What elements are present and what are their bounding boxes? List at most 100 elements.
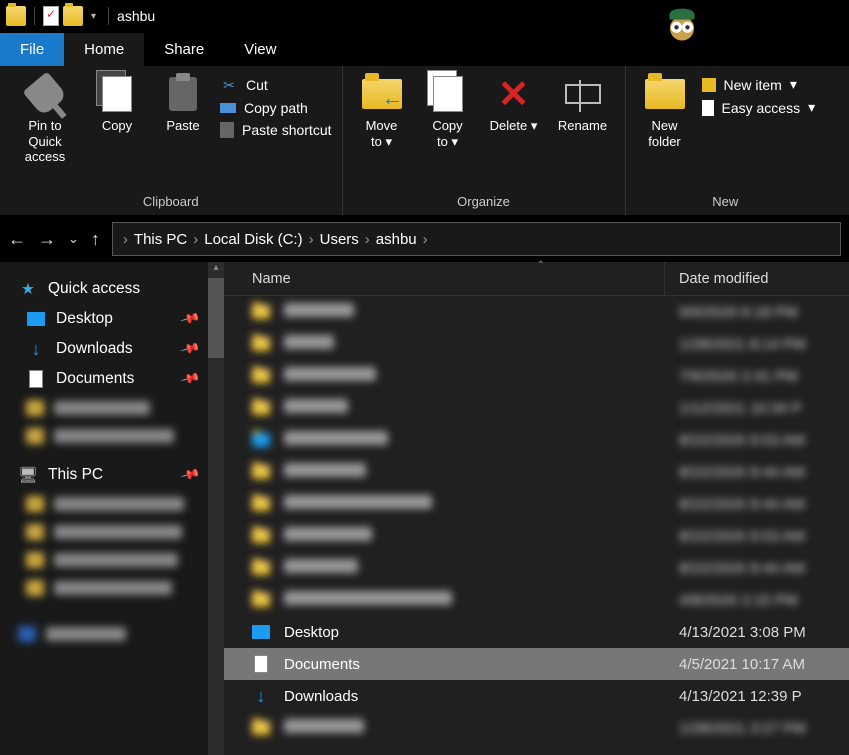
delete-label: Delete ▾ — [490, 118, 538, 134]
divider — [108, 7, 109, 25]
pin-to-quick-access-button[interactable]: Pin to Quick access — [10, 72, 80, 165]
delete-button[interactable]: ✕ Delete ▾ — [485, 72, 543, 134]
breadcrumb-segment[interactable]: Users — [318, 231, 361, 248]
folder-icon[interactable] — [63, 6, 83, 26]
column-header-date[interactable]: Date modified — [679, 271, 849, 287]
scissors-icon: ✂ — [220, 76, 238, 94]
pin-icon: 📌 — [179, 308, 201, 330]
new-item-button[interactable]: New item ▾ — [702, 76, 816, 93]
sidebar-item-blurred[interactable] — [0, 422, 208, 450]
navigation-pane: ★ Quick access Desktop 📌 ↓ Downloads 📌 D… — [0, 262, 224, 755]
tab-file[interactable]: File — [0, 33, 64, 66]
sidebar-item-blurred[interactable] — [0, 620, 208, 648]
move-to-icon — [362, 79, 402, 109]
up-button[interactable]: ↑ — [91, 229, 100, 250]
group-title-new: New — [636, 190, 816, 213]
file-row[interactable]: 8/22/2020 9:53 AM — [224, 520, 849, 552]
divider — [34, 7, 35, 25]
copy-button[interactable]: Copy — [88, 72, 146, 134]
scroll-up-arrow-icon[interactable]: ▴ — [208, 262, 224, 278]
forward-button[interactable]: → — [38, 229, 56, 250]
file-row[interactable]: ↓Downloads4/13/2021 12:39 P — [224, 680, 849, 712]
file-date: 8/22/2020 9:53 AM — [679, 528, 849, 545]
chevron-down-icon: ▾ — [531, 118, 538, 133]
sidebar-scrollbar[interactable]: ▴ — [208, 262, 224, 755]
cut-button[interactable]: ✂Cut — [220, 76, 332, 94]
sidebar-documents-label: Documents — [56, 370, 134, 388]
file-name: Documents — [284, 656, 679, 673]
file-row[interactable]: 8/22/2020 9:44 AM — [224, 552, 849, 584]
easy-access-icon — [702, 100, 714, 116]
file-type-icon — [250, 526, 272, 546]
file-row[interactable]: 4/8/2020 2:15 PM — [224, 584, 849, 616]
new-folder-button[interactable]: New folder — [636, 72, 694, 149]
sidebar-item-documents[interactable]: Documents 📌 — [0, 364, 208, 394]
pin-icon: 📌 — [179, 368, 201, 390]
file-name — [284, 463, 679, 481]
file-row[interactable]: 7/9/2020 2:41 PM — [224, 360, 849, 392]
rename-button[interactable]: Rename — [551, 72, 615, 134]
pc-icon: 🖥 — [18, 466, 38, 484]
sidebar-item-blurred[interactable] — [0, 546, 208, 574]
breadcrumb-segment[interactable]: ashbu — [374, 231, 419, 248]
paste-button[interactable]: Paste — [154, 72, 212, 134]
file-row[interactable]: 1/12/2021 10:34 P — [224, 392, 849, 424]
file-date: 4/8/2020 2:15 PM — [679, 592, 849, 609]
sidebar-item-desktop[interactable]: Desktop 📌 — [0, 304, 208, 334]
recent-locations-button[interactable]: ⌄ — [68, 231, 79, 247]
address-bar[interactable]: › This PC › Local Disk (C:) › Users › as… — [112, 222, 841, 256]
ribbon-group-organize: Move to ▾ Copy to ▾ ✕ Delete ▾ Rename Or… — [343, 66, 626, 215]
file-row[interactable]: 9/9/2020 6:18 PM — [224, 296, 849, 328]
file-row[interactable]: 1/28/2021 3:27 PM — [224, 712, 849, 744]
file-type-icon — [250, 590, 272, 610]
file-row[interactable]: 8/22/2020 9:53 AM — [224, 424, 849, 456]
file-row[interactable]: Desktop4/13/2021 3:08 PM — [224, 616, 849, 648]
overlay-logo — [658, 0, 706, 48]
sidebar-quick-access[interactable]: ★ Quick access — [0, 274, 208, 304]
file-type-icon — [250, 462, 272, 482]
title-bar: ▾ ashbu — [0, 0, 849, 32]
file-date: 1/28/2021 3:27 PM — [679, 720, 849, 737]
column-header-name[interactable]: Name — [252, 271, 664, 287]
file-name — [284, 335, 679, 353]
sidebar-item-blurred[interactable] — [0, 574, 208, 602]
tab-view[interactable]: View — [224, 33, 296, 66]
tab-share[interactable]: Share — [144, 33, 224, 66]
paste-shortcut-label: Paste shortcut — [242, 122, 332, 138]
sidebar-item-blurred[interactable] — [0, 490, 208, 518]
ribbon-group-new: New folder New item ▾ Easy access ▾ New — [626, 66, 826, 215]
easy-access-button[interactable]: Easy access ▾ — [702, 99, 816, 116]
sidebar-this-pc[interactable]: 🖥 This PC 📌 — [0, 460, 208, 490]
column-separator[interactable] — [664, 262, 665, 295]
file-type-icon — [250, 654, 272, 674]
file-name: Desktop — [284, 624, 679, 641]
file-row[interactable]: Documents4/5/2021 10:17 AM — [224, 648, 849, 680]
copy-to-icon — [433, 76, 463, 112]
scrollbar-thumb[interactable] — [208, 278, 224, 358]
documents-icon — [26, 370, 46, 388]
sidebar-desktop-label: Desktop — [56, 310, 113, 328]
sidebar-item-blurred[interactable] — [0, 518, 208, 546]
breadcrumb-segment[interactable]: This PC — [132, 231, 189, 248]
sidebar-item-blurred[interactable] — [0, 394, 208, 422]
copy-to-button[interactable]: Copy to ▾ — [419, 72, 477, 149]
paste-shortcut-button[interactable]: Paste shortcut — [220, 122, 332, 138]
sidebar-item-downloads[interactable]: ↓ Downloads 📌 — [0, 334, 208, 364]
easy-access-label: Easy access — [722, 100, 801, 116]
back-button[interactable]: ← — [8, 229, 26, 250]
tab-home[interactable]: Home — [64, 33, 144, 66]
ribbon-group-clipboard: Pin to Quick access Copy Paste ✂Cut Copy… — [0, 66, 343, 215]
copy-path-button[interactable]: Copy path — [220, 100, 332, 116]
file-row[interactable]: 8/22/2020 9:44 AM — [224, 488, 849, 520]
chevron-right-icon: › — [423, 231, 428, 248]
navigation-bar: ← → ⌄ ↑ › This PC › Local Disk (C:) › Us… — [0, 216, 849, 262]
file-row[interactable]: 1/28/2021 8:14 PM — [224, 328, 849, 360]
file-row[interactable]: 8/22/2020 9:44 AM — [224, 456, 849, 488]
move-to-button[interactable]: Move to ▾ — [353, 72, 411, 149]
file-date: 4/5/2021 10:17 AM — [679, 656, 849, 673]
chevron-down-icon[interactable]: ▾ — [87, 11, 100, 22]
breadcrumb-segment[interactable]: Local Disk (C:) — [202, 231, 304, 248]
file-name — [284, 431, 679, 449]
quick-access-doc-icon[interactable] — [43, 6, 59, 26]
file-name — [284, 527, 679, 545]
